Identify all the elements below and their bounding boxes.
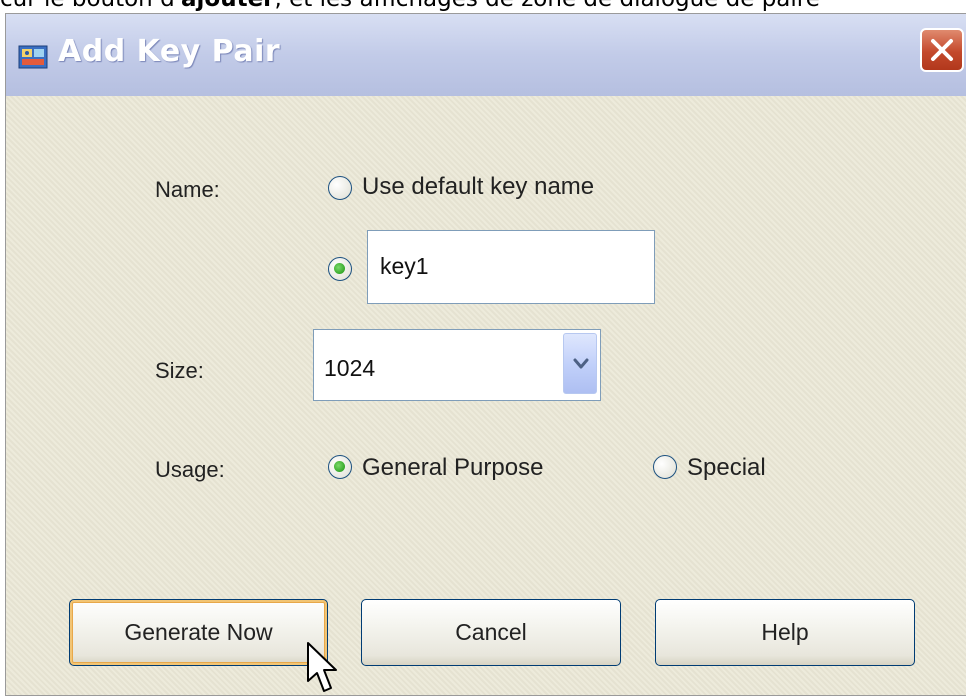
radio-special[interactable] xyxy=(653,455,677,479)
caption-bold-word: ajouter xyxy=(181,0,275,11)
mouse-pointer-icon xyxy=(307,642,337,692)
usage-label: Usage: xyxy=(155,457,225,482)
close-button[interactable] xyxy=(920,28,964,72)
close-icon xyxy=(931,39,953,61)
size-select[interactable]: 1024 xyxy=(313,329,601,401)
add-key-pair-dialog: Add Key Pair Name: Use default key name … xyxy=(5,13,966,696)
name-label: Name: xyxy=(155,177,220,202)
radio-use-default-key-name-label[interactable]: Use default key name xyxy=(362,173,594,201)
size-select-value: 1024 xyxy=(324,355,376,381)
dialog-title: Add Key Pair xyxy=(58,34,281,69)
caption-prefix: cur le bouton d' xyxy=(0,0,181,11)
size-label: Size: xyxy=(155,358,204,383)
radio-custom-key-name[interactable] xyxy=(328,257,352,281)
radio-selected-dot xyxy=(334,263,345,274)
radio-special-label[interactable]: Special xyxy=(687,454,766,482)
caption-suffix: , et les affichages de zone de dialogue … xyxy=(275,0,820,11)
dialog-titlebar[interactable]: Add Key Pair xyxy=(6,14,966,96)
size-select-dropdown-button[interactable] xyxy=(563,333,597,394)
chevron-down-icon xyxy=(573,358,589,369)
key-name-input-value: key1 xyxy=(380,253,429,279)
radio-selected-dot xyxy=(334,461,345,472)
background-caption-text: cur le bouton d'ajouter, et les affichag… xyxy=(0,0,966,11)
radio-general-purpose-label[interactable]: General Purpose xyxy=(362,454,543,482)
cancel-button[interactable]: Cancel xyxy=(361,599,621,666)
radio-general-purpose[interactable] xyxy=(328,455,352,479)
key-name-input[interactable]: key1 xyxy=(367,230,655,304)
generate-now-button[interactable]: Generate Now xyxy=(69,599,328,666)
key-pair-app-icon xyxy=(18,44,48,70)
radio-use-default-key-name[interactable] xyxy=(328,176,352,200)
help-button[interactable]: Help xyxy=(655,599,915,666)
